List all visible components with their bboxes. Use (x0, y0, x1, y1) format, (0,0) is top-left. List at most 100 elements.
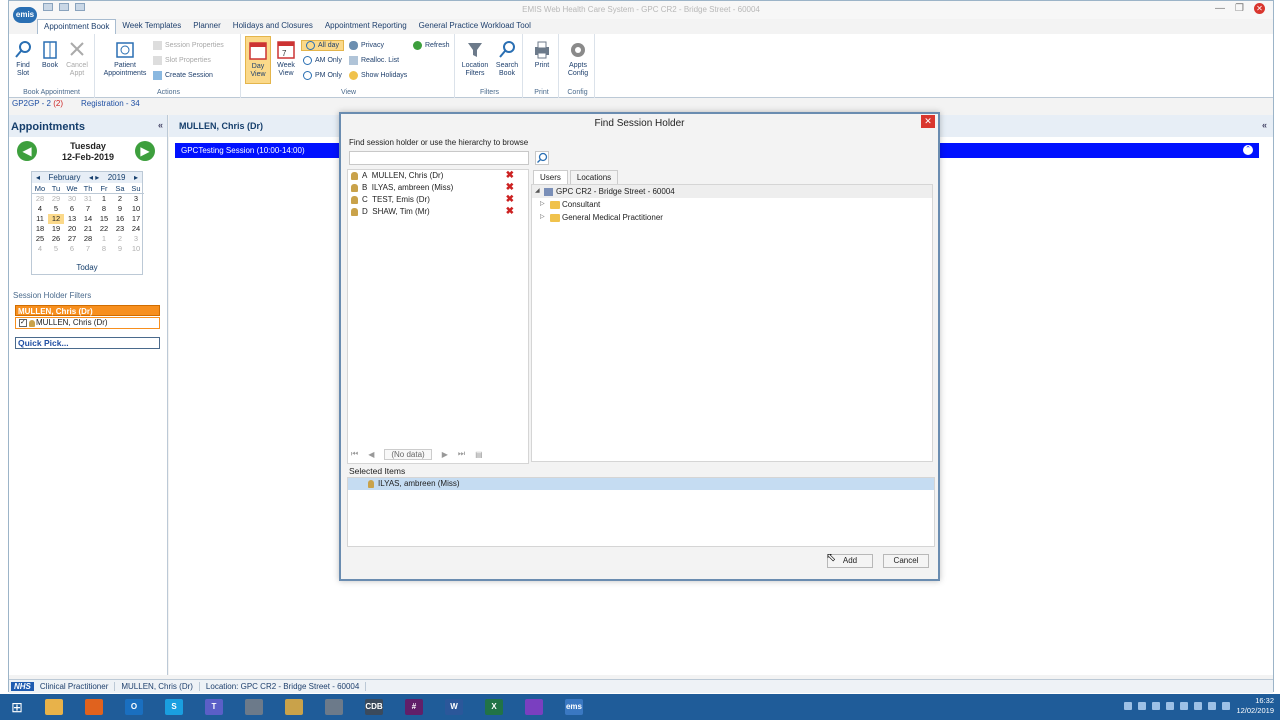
calendar-day[interactable]: 28 (80, 234, 96, 244)
next-year-button[interactable]: ▸ (134, 173, 138, 182)
calendar-day[interactable]: 5 (48, 204, 64, 214)
list-item[interactable]: A MULLEN, Chris (Dr) ✖ (348, 170, 528, 182)
taskbar-app-button[interactable] (274, 694, 314, 720)
show-holidays-button[interactable]: Show Holidays (349, 71, 407, 80)
calendar-day[interactable]: 31 (80, 194, 96, 204)
create-session-button[interactable]: Create Session (153, 71, 213, 80)
calendar-day[interactable]: 2 (112, 234, 128, 244)
tab-planner[interactable]: Planner (187, 19, 227, 34)
gp2gp-link[interactable]: GP2GP - 2 (2) (12, 99, 63, 115)
week-view-button[interactable]: 7 Week View (273, 40, 299, 78)
taskbar-app-button[interactable] (514, 694, 554, 720)
taskbar-app-button[interactable]: ems (554, 694, 594, 720)
last-page-icon[interactable]: ⏭ (458, 449, 465, 459)
book-button[interactable]: Book (39, 40, 61, 70)
calendar-day[interactable]: 22 (96, 224, 112, 234)
collapse-toggle-icon[interactable]: ◢ (535, 185, 540, 198)
taskbar-app-button[interactable] (314, 694, 354, 720)
qat-undo-icon[interactable] (59, 3, 69, 11)
calendar-day[interactable]: 14 (80, 214, 96, 224)
remove-icon[interactable]: ✖ (506, 182, 514, 194)
calendar-day[interactable]: 18 (32, 224, 48, 234)
tray-icon[interactable] (1180, 702, 1188, 710)
first-page-icon[interactable]: ⏮ (351, 449, 358, 459)
calendar-day[interactable]: 3 (128, 234, 144, 244)
calendar-day[interactable]: 21 (80, 224, 96, 234)
selected-item[interactable]: ILYAS, ambreen (Miss) (348, 478, 934, 490)
taskbar-app-button[interactable]: # (394, 694, 434, 720)
calendar-day[interactable]: 10 (128, 204, 144, 214)
calendar-day[interactable]: 23 (112, 224, 128, 234)
calendar-day[interactable]: 2 (112, 194, 128, 204)
calendar-day[interactable]: 26 (48, 234, 64, 244)
session-properties-button[interactable]: Session Properties (153, 41, 224, 50)
qat-save-icon[interactable] (43, 3, 53, 11)
calendar-day[interactable]: 15 (96, 214, 112, 224)
calendar-day[interactable]: 13 (64, 214, 80, 224)
expand-toggle-icon[interactable]: ▷ (540, 198, 545, 211)
calendar-day[interactable]: 19 (48, 224, 64, 234)
taskbar-clock[interactable]: 16:32 12/02/2019 (1236, 696, 1274, 716)
tab-appointment-book[interactable]: Appointment Book (37, 19, 117, 34)
collapse-main-icon[interactable]: « (1262, 120, 1267, 130)
tree-node-consultant[interactable]: ▷ Consultant (532, 198, 932, 211)
all-day-option[interactable]: All day (301, 40, 345, 51)
calendar-day[interactable]: 12 (48, 214, 64, 224)
list-item[interactable]: D SHAW, Tim (Mr) ✖ (348, 206, 528, 218)
quick-pick-button[interactable]: Quick Pick... (15, 337, 160, 349)
tray-icon[interactable] (1152, 702, 1160, 710)
calendar-day[interactable]: 30 (64, 194, 80, 204)
search-book-button[interactable]: Search Book (493, 40, 521, 78)
calendar-day[interactable]: 28 (32, 194, 48, 204)
taskbar-app-button[interactable]: W (434, 694, 474, 720)
next-day-button[interactable]: ▶ (135, 141, 155, 161)
filter-item[interactable]: ✓ MULLEN, Chris (Dr) (15, 317, 160, 329)
appts-config-button[interactable]: Appts Config (563, 40, 593, 78)
privacy-button[interactable]: Privacy (349, 41, 384, 50)
list-item[interactable]: B ILYAS, ambreen (Miss) ✖ (348, 182, 528, 194)
tab-gp-workload-tool[interactable]: General Practice Workload Tool (413, 19, 537, 34)
am-only-option[interactable]: AM Only (303, 56, 342, 65)
calendar-day[interactable]: 8 (96, 244, 112, 254)
calendar-day[interactable]: 8 (96, 204, 112, 214)
prev-month-button[interactable]: ◂ (36, 173, 40, 182)
refresh-button[interactable]: Refresh (413, 41, 450, 50)
cancel-button[interactable]: Cancel (883, 554, 929, 568)
calendar-month[interactable]: February (48, 173, 80, 182)
session-holder-search-input[interactable] (349, 151, 529, 165)
calendar-day[interactable]: 1 (96, 234, 112, 244)
calendar-day[interactable]: 3 (128, 194, 144, 204)
calendar-day[interactable]: 6 (64, 204, 80, 214)
pager-menu-icon[interactable]: ▤ (475, 450, 483, 459)
dialog-close-icon[interactable]: ✕ (921, 115, 935, 128)
tray-icon[interactable] (1194, 702, 1202, 710)
calendar-day[interactable]: 16 (112, 214, 128, 224)
registration-link[interactable]: Registration - 34 (81, 99, 140, 115)
slot-properties-button[interactable]: Slot Properties (153, 56, 211, 65)
calendar-day[interactable]: 7 (80, 204, 96, 214)
day-view-button[interactable]: Day View (245, 36, 271, 84)
find-slot-button[interactable]: Find Slot (13, 40, 33, 78)
tray-icon[interactable] (1166, 702, 1174, 710)
minimize-icon[interactable]: — (1215, 3, 1225, 14)
calendar-day[interactable]: 11 (32, 214, 48, 224)
calendar-day[interactable]: 4 (32, 204, 48, 214)
tree-node-gmp[interactable]: ▷ General Medical Practitioner (532, 211, 932, 224)
cancel-appt-button[interactable]: Cancel Appt (65, 40, 89, 78)
list-item[interactable]: C TEST, Emis (Dr) ✖ (348, 194, 528, 206)
session-collapse-icon[interactable]: ⌃ (1243, 145, 1253, 155)
tray-icon[interactable] (1208, 702, 1216, 710)
tab-locations[interactable]: Locations (569, 170, 619, 184)
calendar-day[interactable]: 10 (128, 244, 144, 254)
month-nav-buttons[interactable]: ◂ ▸ (89, 173, 99, 182)
calendar-today-button[interactable]: Today (32, 263, 142, 272)
restore-icon[interactable]: ❐ (1235, 3, 1244, 14)
pm-only-option[interactable]: PM Only (303, 71, 342, 80)
taskbar-app-button[interactable] (74, 694, 114, 720)
calendar-year[interactable]: 2019 (108, 173, 126, 182)
close-window-icon[interactable]: ✕ (1254, 3, 1265, 14)
calendar-day[interactable]: 5 (48, 244, 64, 254)
calendar-day[interactable]: 6 (64, 244, 80, 254)
taskbar-app-button[interactable]: CDB (354, 694, 394, 720)
taskbar-app-button[interactable]: X (474, 694, 514, 720)
